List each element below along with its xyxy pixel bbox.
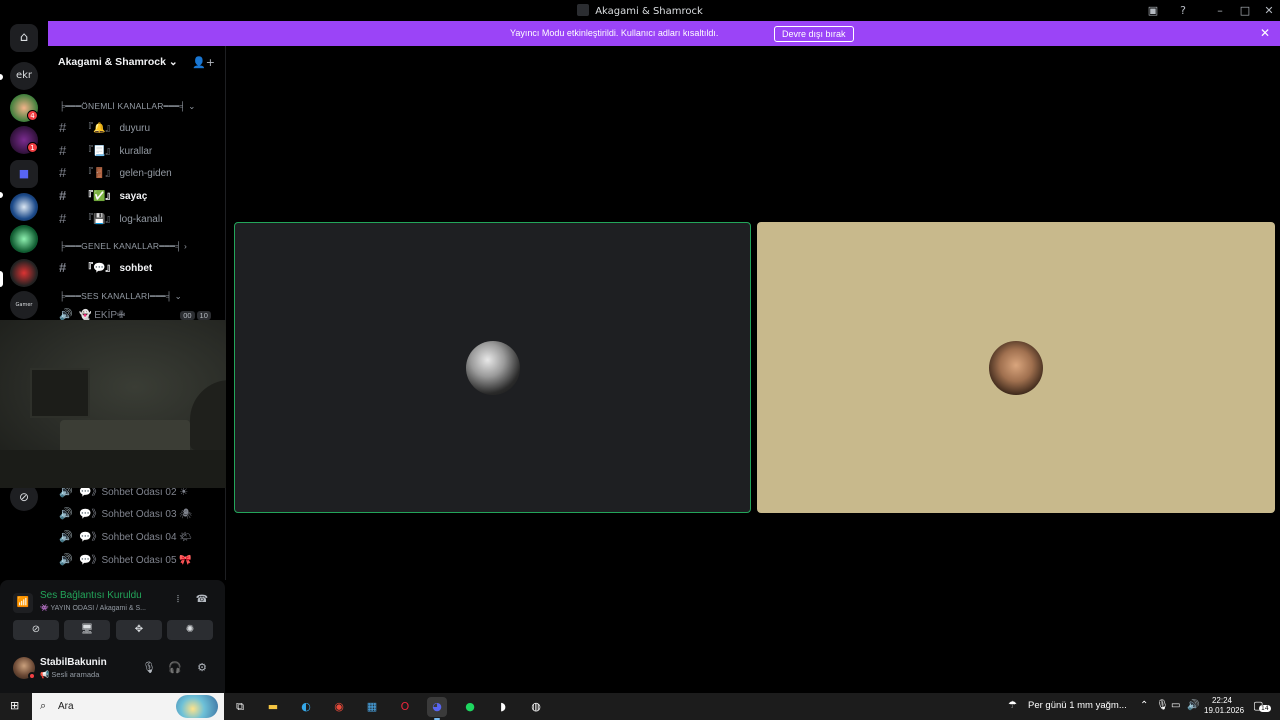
channel-sohbet[interactable]: # 『💬』 sohbet <box>59 259 152 277</box>
server-icon[interactable] <box>10 259 38 287</box>
user-limit: 10 <box>196 311 211 320</box>
chrome-icon[interactable]: ◉ <box>329 697 349 717</box>
task-view-icon[interactable]: ⧉ <box>230 697 250 717</box>
discord-home-icon[interactable]: ⌂ <box>10 24 38 52</box>
status-dot <box>28 672 36 680</box>
chevron-down-icon: ⌄ <box>174 291 182 301</box>
taskbar: ⊞ ⌕ Ara ⧉ ▬ ◐ ◉ ▦ O ◕ ● ◗ ◍ ☂ Per günü 1… <box>0 693 1280 720</box>
network-icon[interactable]: ▭ <box>1171 700 1180 711</box>
server-gamer[interactable]: Gamer <box>10 291 38 319</box>
voice-channel-sohbet-03[interactable]: 🔊 💬》Sohbet Odası 03 🕷 <box>59 505 192 523</box>
user-count: 00 <box>180 311 195 320</box>
invite-people-icon[interactable]: 👤+ <box>192 56 215 69</box>
noise-suppression-icon[interactable]: ⦙ <box>170 592 186 608</box>
headphones-icon[interactable]: 🎧 <box>167 660 183 676</box>
chevron-up-icon[interactable]: ⌃ <box>1140 700 1148 711</box>
search-icon: ⌕ <box>40 699 47 712</box>
edge-icon[interactable]: ◐ <box>296 697 316 717</box>
hash-icon: # <box>59 260 67 275</box>
settings-gear-icon[interactable]: ⚙ <box>194 660 210 676</box>
weather-text[interactable]: Per günü 1 mm yağm... <box>1028 700 1127 711</box>
volume-icon[interactable]: 🔊 <box>1187 700 1199 711</box>
hash-icon: # <box>59 188 67 203</box>
activities-button[interactable]: ✥ <box>116 620 162 640</box>
spotify-icon[interactable]: ● <box>460 697 480 717</box>
unread-indicator <box>0 74 3 80</box>
speaker-icon: 🔊 <box>59 554 73 566</box>
mention-badge: 1 <box>27 142 38 153</box>
speaker-icon: 🔊 <box>59 531 73 543</box>
minimize-button[interactable]: – <box>1212 3 1228 19</box>
opera-icon[interactable]: O <box>395 697 415 717</box>
windows-start-icon[interactable]: ⊞ <box>10 700 22 712</box>
voice-status[interactable]: Ses Bağlantısı Kuruldu <box>40 590 142 601</box>
app-icon <box>577 4 590 16</box>
clock[interactable]: 22:24 19.01.2026 <box>1204 696 1244 716</box>
disconnect-icon[interactable]: ☎ <box>194 592 210 608</box>
screen-share-button[interactable]: 🖥 <box>64 620 110 640</box>
title-bar: Akagami & Shamrock ▣ ? – □ ✕ <box>0 0 1280 21</box>
maximize-button[interactable]: □ <box>1237 3 1253 19</box>
server-icon[interactable] <box>10 225 38 253</box>
app-icon[interactable]: ◗ <box>493 697 513 717</box>
search-placeholder: Ara <box>58 701 74 712</box>
webcam-scene <box>30 368 90 418</box>
microphone-icon[interactable]: 🎙 <box>1156 700 1169 711</box>
participant-tile[interactable] <box>757 222 1275 513</box>
channel-kurallar[interactable]: # 『📃』 kurallar <box>59 142 152 160</box>
taskbar-search[interactable]: ⌕ Ara <box>32 693 224 720</box>
discord-taskbar-icon[interactable]: ◕ <box>427 697 447 720</box>
voice-channel-sohbet-04[interactable]: 🔊 💬》Sohbet Odası 04 🌤 <box>59 528 192 546</box>
server-name-header[interactable]: Akagami & Shamrock ⌄ <box>58 56 178 68</box>
close-window-button[interactable]: ✕ <box>1261 3 1277 19</box>
user-status: 📢 Sesli aramada <box>40 670 100 679</box>
banner-message: Yayıncı Modu etkinleştirildi. Kullanıcı … <box>510 28 719 38</box>
server-icon[interactable] <box>10 193 38 221</box>
avatar <box>465 340 520 395</box>
hash-icon: # <box>59 211 67 226</box>
hash-icon: # <box>59 120 67 135</box>
voice-panel: 📶 Ses Bağlantısı Kuruldu 👾 YAYIN ODASI /… <box>0 580 225 693</box>
inbox-icon[interactable]: ▣ <box>1145 3 1161 19</box>
channel-duyuru[interactable]: # 『🔔』 duyuru <box>59 119 150 137</box>
store-icon[interactable]: ▦ <box>362 697 382 717</box>
category-general[interactable]: ╞━━━GENEL KANALLAR━━━╡ › <box>59 241 187 252</box>
search-highlight-image <box>176 695 218 718</box>
close-banner-icon[interactable]: ✕ <box>1260 26 1270 40</box>
username[interactable]: StabilBakunin <box>40 657 107 668</box>
call-stage <box>226 46 1280 693</box>
mention-badge: 4 <box>27 110 38 121</box>
app-icon[interactable]: ◍ <box>526 697 546 717</box>
hash-icon: # <box>59 143 67 158</box>
channel-log-kanali[interactable]: # 『💾』 log-kanalı <box>59 210 163 228</box>
selected-indicator <box>0 271 3 287</box>
speaker-icon: 🔊 <box>59 508 73 520</box>
channel-sayac[interactable]: # 『✅』 sayaç <box>59 187 147 205</box>
signal-icon[interactable]: 📶 <box>13 593 33 613</box>
disable-streamer-mode-button[interactable]: Devre dışı bırak <box>774 26 854 42</box>
avatar <box>989 340 1043 395</box>
chevron-right-icon: › <box>183 241 188 251</box>
window-title: Akagami & Shamrock <box>0 4 1280 17</box>
channel-gelen-giden[interactable]: # 『🚪』 gelen-giden <box>59 164 172 182</box>
participant-tile-speaking[interactable] <box>234 222 751 513</box>
microphone-icon[interactable]: 🎙 <box>141 660 157 676</box>
chevron-down-icon: ⌄ <box>168 56 178 68</box>
soundboard-button[interactable]: ✺ <box>167 620 213 640</box>
help-icon[interactable]: ? <box>1175 3 1191 19</box>
voice-channel-path[interactable]: 👾 YAYIN ODASI / Akagami & S... <box>40 604 165 612</box>
category-important[interactable]: ╞━━━ÖNEMLİ KANALLAR━━━╡ ⌄ <box>59 101 196 112</box>
camera-off-button[interactable]: ⊘ <box>13 620 59 640</box>
notification-icon[interactable]: ▢ 14 <box>1253 699 1271 712</box>
file-explorer-icon[interactable]: ▬ <box>263 697 283 717</box>
weather-icon: ☂ <box>1008 700 1017 711</box>
streamer-mode-banner: Yayıncı Modu etkinleştirildi. Kullanıcı … <box>48 21 1280 46</box>
server-ekr[interactable]: ekr <box>10 62 38 90</box>
folder-icon[interactable]: ■ <box>10 160 38 188</box>
chevron-down-icon: ⌄ <box>188 101 196 111</box>
category-voice[interactable]: ╞━━━SES KANALLARI━━━╡ ⌄ <box>59 291 182 302</box>
channel-sidebar: Akagami & Shamrock ⌄ 👤+ ╞━━━ÖNEMLİ KANAL… <box>0 46 226 580</box>
voice-channel-sohbet-05[interactable]: 🔊 💬》Sohbet Odası 05 🎀 <box>59 551 192 569</box>
hash-icon: # <box>59 165 67 180</box>
